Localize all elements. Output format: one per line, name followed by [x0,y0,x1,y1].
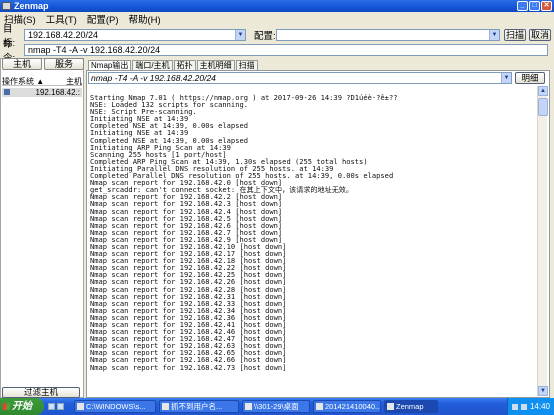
tab-nmap-output[interactable]: Nmap输出 [88,60,132,70]
task-label: 抓不到用户名... [171,402,223,411]
output-tabs: Nmap输出 端口/主机 拓扑 主机明细 扫描 [88,60,259,70]
target-input[interactable]: 192.168.42.20/24 ▼ [24,28,246,41]
menu-help[interactable]: 帮助(H) [128,12,160,26]
menu-bar: 扫描(S) 工具(T) 配置(P) 帮助(H) [0,12,554,26]
folder-icon [245,403,252,410]
start-label: 开始 [12,401,32,412]
zenmap-app-icon [387,403,394,410]
chevron-down-icon[interactable]: ▼ [489,29,499,40]
start-button[interactable]: 开始 [0,398,44,415]
tab-host-details[interactable]: 主机明细 [196,60,235,70]
cmd-icon [77,403,84,410]
host-list-pane [0,58,84,398]
column-os[interactable]: 操作系统 ▲ [2,76,44,86]
task-browser[interactable]: 抓不到用户名... [159,400,239,413]
desktop-icon[interactable] [48,403,55,410]
taskbar: 开始 C:\WINDOWS\s... 抓不到用户名... \\301-29\桌面… [0,398,554,415]
target-row: 目标: 192.168.42.20/24 ▼ 配置: ▼ 扫描 取消 [0,24,554,49]
menu-tools[interactable]: 工具(T) [46,12,77,26]
maximize-icon[interactable]: □ [529,1,540,11]
network-icon[interactable] [511,403,518,410]
host-list-header[interactable]: 操作系统 ▲ 主机 [2,76,82,86]
document-icon [316,403,323,410]
command-input[interactable]: nmap -T4 -A -v 192.168.42.20/24 [24,43,548,56]
task-label: Zenmap [396,402,424,411]
window-title: Zenmap [14,1,49,11]
output-selector[interactable]: nmap -T4 -A -v 192.168.42.20/24 ▼ [88,72,512,84]
browser-icon [162,403,169,410]
task-document[interactable]: 201421410040... [313,400,381,413]
scan-button[interactable]: 扫描 [504,28,526,41]
tab-hosts[interactable]: 主机 [2,58,42,70]
chevron-down-icon[interactable]: ▼ [235,29,245,40]
system-tray: 14:40 [506,398,554,415]
filter-hosts-button[interactable]: 过滤主机 [2,387,80,398]
profile-label: 配置: [254,30,276,42]
tab-ports-hosts[interactable]: 端口/主机 [132,60,173,70]
task-folder[interactable]: \\301-29\桌面 [242,400,310,413]
output-selector-value: nmap -T4 -A -v 192.168.42.20/24 [91,73,216,83]
task-label: C:\WINDOWS\s... [86,402,146,411]
quick-launch [44,403,74,410]
output-lines: Starting Nmap 7.01 ( https://nmap.org ) … [90,94,535,371]
browser-icon[interactable] [57,403,64,410]
scrollbar-thumb[interactable] [538,98,548,116]
scroll-down-icon[interactable]: ▼ [538,386,548,396]
chevron-down-icon[interactable]: ▼ [501,73,511,83]
nmap-output-text[interactable]: Starting Nmap 7.01 ( https://nmap.org ) … [89,86,535,396]
output-line: Nmap scan report for 192.168.42.73 [host… [90,362,287,372]
os-icon [4,89,10,95]
output-scrollbar[interactable]: ▲ ▼ [537,86,548,396]
command-value: nmap -T4 -A -v 192.168.42.20/24 [28,44,161,55]
host-name: 192.168.42.: [35,88,80,97]
task-label: 201421410040... [325,402,381,411]
tab-topology[interactable]: 拓扑 [173,60,196,70]
list-item[interactable]: 192.168.42.: [2,88,82,97]
windows-logo-icon [3,403,10,410]
task-zenmap[interactable]: Zenmap [384,400,438,413]
details-button[interactable]: 明细 [515,72,545,84]
command-row: 命令: nmap -T4 -A -v 192.168.42.20/24 [0,39,554,64]
title-bar[interactable]: Zenmap _ □ ✕ [0,0,554,12]
tab-scans[interactable]: 扫描 [235,60,258,70]
cancel-button[interactable]: 取消 [529,28,551,41]
task-label: \\301-29\桌面 [254,402,299,411]
task-cmd[interactable]: C:\WINDOWS\s... [74,400,156,413]
left-tabs: 主机 服务 [0,58,84,70]
scroll-up-icon[interactable]: ▲ [538,86,548,96]
volume-icon[interactable] [520,403,527,410]
minimize-icon[interactable]: _ [517,1,528,11]
close-icon[interactable]: ✕ [541,1,552,11]
target-value: 192.168.42.20/24 [28,29,99,40]
tab-services[interactable]: 服务 [44,58,84,70]
zenmap-app-icon [2,2,11,10]
menu-profile[interactable]: 配置(P) [87,12,119,26]
profile-select[interactable]: ▼ [276,28,500,41]
column-host[interactable]: 主机 [66,76,82,86]
clock: 14:40 [529,402,550,411]
